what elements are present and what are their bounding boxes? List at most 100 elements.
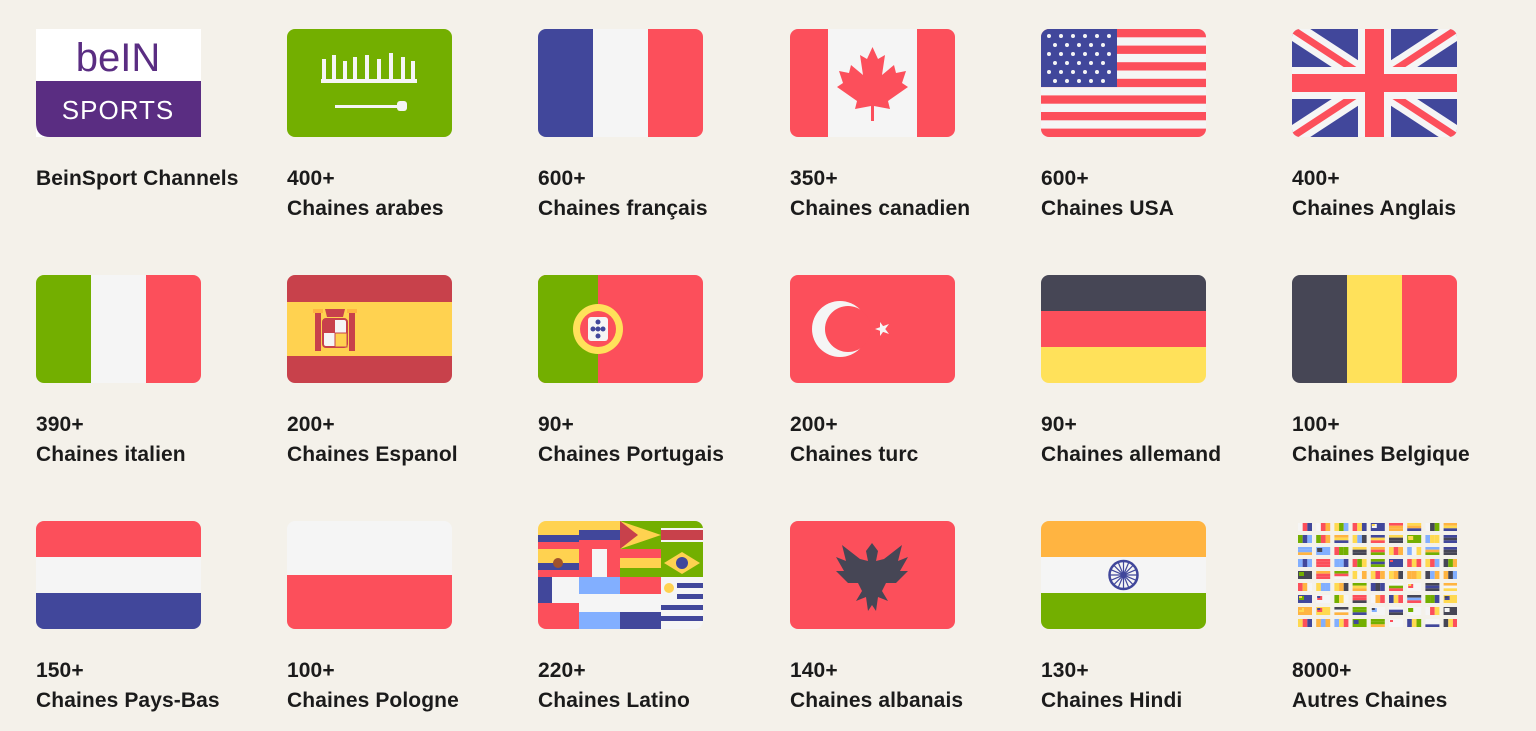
saudi-arabia-flag-icon — [287, 29, 452, 137]
mini-flag-icon — [1443, 523, 1457, 531]
channel-card-italy[interactable]: 390+ Chaines italien — [36, 275, 266, 485]
channel-card-uk[interactable]: 400+ Chaines Anglais — [1292, 29, 1522, 239]
channel-label: Chaines Latino — [538, 689, 690, 712]
mini-flag-icon — [1334, 607, 1349, 615]
channel-count: 400+ — [287, 167, 335, 190]
channel-card-germany[interactable]: 90+ Chaines allemand — [1041, 275, 1271, 485]
mini-flag-icon — [1316, 535, 1331, 543]
channel-card-others[interactable]: 8000+ Autres Chaines — [1292, 521, 1522, 731]
uk-flag-icon — [1292, 29, 1457, 137]
mini-flag-icon — [1298, 619, 1312, 627]
mini-flag-icon — [1370, 559, 1385, 567]
channel-card-canada[interactable]: 350+ Chaines canadien — [790, 29, 1020, 239]
channel-card-turkey[interactable]: 200+ Chaines turc — [790, 275, 1020, 485]
channel-label: Chaines Anglais — [1292, 197, 1457, 220]
mini-flag-icon — [1425, 607, 1440, 615]
mini-flag-icon — [1352, 595, 1367, 603]
channel-count: 100+ — [287, 659, 335, 682]
bein-logo-bottom-text: SPORTS — [62, 95, 174, 125]
channel-label: Chaines Espanol — [287, 443, 458, 466]
bein-sports-logo-icon: beIN SPORTS — [36, 29, 201, 137]
channel-card-netherlands[interactable]: 150+ Chaines Pays-Bas — [36, 521, 266, 731]
channel-count: 600+ — [538, 167, 586, 190]
mini-flag-icon — [1352, 535, 1367, 543]
channel-card-usa[interactable]: 600+ Chaines USA — [1041, 29, 1271, 239]
mini-flag-icon — [1407, 559, 1422, 567]
mini-flag-icon — [1334, 535, 1349, 543]
channel-card-arabic[interactable]: 400+ Chaines arabes — [287, 29, 517, 239]
mini-flag-icon — [1407, 523, 1422, 531]
channel-label: BeinSport Channels — [36, 167, 239, 190]
channel-card-portugal[interactable]: 90+ Chaines Portugais — [538, 275, 768, 485]
channel-card-france[interactable]: 600+ Chaines français — [538, 29, 768, 239]
mini-flag-icon — [1407, 607, 1422, 615]
germany-flag-icon — [1041, 275, 1206, 383]
channel-card-bein[interactable]: beIN SPORTS BeinSport Channels — [36, 29, 266, 239]
mini-flag-icon — [1352, 571, 1367, 579]
mini-flag-icon — [1389, 595, 1403, 603]
mini-flag-icon — [1316, 547, 1331, 555]
mini-flag-icon — [1316, 571, 1331, 579]
channel-label: Chaines Belgique — [1292, 443, 1470, 466]
channel-card-latino[interactable]: 220+ Chaines Latino — [538, 521, 768, 731]
mini-flag-icon — [1425, 583, 1440, 591]
mini-flag-icon — [1370, 547, 1385, 555]
mini-flag-icon — [1443, 559, 1457, 567]
turkey-flag-icon — [790, 275, 955, 383]
mini-flag-icon — [1389, 535, 1403, 543]
mini-flag-icon — [1443, 535, 1457, 543]
mini-flag-icon — [1298, 595, 1312, 603]
channel-count: 90+ — [538, 413, 574, 436]
channel-card-albania[interactable]: 140+ Chaines albanais — [790, 521, 1020, 731]
mini-flag-icon — [1352, 583, 1367, 591]
mini-flag-icon — [1389, 571, 1403, 579]
mini-flag-icon — [1334, 559, 1349, 567]
portugal-flag-icon — [538, 275, 703, 383]
belgium-flag-icon — [1292, 275, 1457, 383]
mini-flag-icon — [1425, 595, 1440, 603]
mini-flag-icon — [1425, 523, 1440, 531]
mini-flag-icon — [1407, 619, 1422, 627]
mini-flag-icon — [1389, 607, 1403, 615]
mini-flag-icon — [1425, 619, 1440, 627]
mini-flag-icon — [1425, 547, 1440, 555]
channel-card-india[interactable]: 130+ Chaines Hindi — [1041, 521, 1271, 731]
mini-flag-icon — [1389, 619, 1403, 627]
channel-label: Chaines turc — [790, 443, 919, 466]
mini-flag-icon — [1352, 547, 1367, 555]
mini-flag-icon — [1334, 547, 1349, 555]
mini-flag-icon — [1407, 535, 1422, 543]
channel-count: 130+ — [1041, 659, 1089, 682]
mini-flag-icon — [1389, 523, 1403, 531]
mini-flag-icon — [1334, 583, 1349, 591]
mini-flag-icon — [1370, 619, 1385, 627]
channel-label: Chaines français — [538, 197, 708, 220]
usa-flag-icon — [1041, 29, 1206, 137]
mini-flag-icon — [1407, 571, 1422, 579]
channel-count: 200+ — [790, 413, 838, 436]
channel-card-poland[interactable]: 100+ Chaines Pologne — [287, 521, 517, 731]
italy-flag-icon — [36, 275, 201, 383]
mini-flag-icon — [1334, 595, 1349, 603]
mini-flag-icon — [1370, 583, 1385, 591]
mini-flag-icon — [1298, 583, 1312, 591]
mini-flag-icon — [1316, 595, 1331, 603]
latin-america-flags-icon — [538, 521, 703, 629]
channel-grid: beIN SPORTS BeinSport Channels 400+ Chai… — [0, 0, 1536, 726]
channel-count: 90+ — [1041, 413, 1077, 436]
channel-card-spain[interactable]: 200+ Chaines Espanol — [287, 275, 517, 485]
channel-label: Chaines USA — [1041, 197, 1174, 220]
mini-flag-icon — [1370, 535, 1385, 543]
world-flags-collage-icon — [1292, 521, 1457, 629]
channel-label: Chaines canadien — [790, 197, 971, 220]
mini-flag-icon — [1370, 571, 1385, 579]
mini-flag-icon — [1443, 607, 1457, 615]
mini-flag-icon — [1316, 559, 1331, 567]
channel-label: Chaines allemand — [1041, 443, 1222, 466]
mini-flag-icon — [1352, 559, 1367, 567]
mini-flag-icon — [1425, 559, 1440, 567]
channel-count: 390+ — [36, 413, 84, 436]
mini-flag-icon — [1298, 523, 1312, 531]
channel-card-belgium[interactable]: 100+ Chaines Belgique — [1292, 275, 1522, 485]
mini-flag-icon — [1334, 571, 1349, 579]
